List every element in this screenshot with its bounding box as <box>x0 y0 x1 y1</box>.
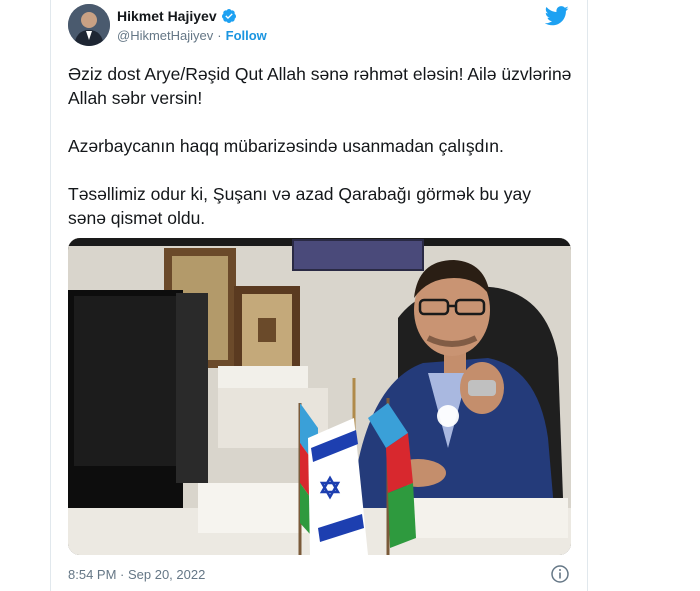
twitter-bird-icon[interactable] <box>545 6 569 26</box>
tweet-paragraph: Azərbaycanın haqq mübarizəsində usanmada… <box>68 136 504 156</box>
verified-badge-icon <box>221 9 236 23</box>
photo-scene <box>68 238 571 555</box>
tweet-photo[interactable] <box>68 238 571 555</box>
author-handle[interactable]: @HikmetHajiyev <box>117 28 213 43</box>
info-icon[interactable] <box>551 565 569 583</box>
author-name-row[interactable]: Hikmet Hajiyev <box>117 8 237 24</box>
avatar[interactable] <box>68 4 110 46</box>
tweet-text: Əziz dost Arye/Rəşid Qut Allah sənə rəhm… <box>68 62 573 254</box>
author-name[interactable]: Hikmet Hajiyev <box>117 8 217 24</box>
tweet-card: Hikmet Hajiyev @HikmetHajiyev · Follow Ə… <box>50 0 588 591</box>
follow-button[interactable]: Follow <box>226 28 267 43</box>
tweet-paragraph: Əziz dost Arye/Rəşid Qut Allah sənə rəhm… <box>68 64 572 108</box>
handle-row: @HikmetHajiyev · Follow <box>117 28 267 43</box>
separator-dot: · <box>217 28 222 43</box>
tweet-paragraph: Təsəllimiz odur ki, Şuşanı və azad Qarab… <box>68 184 531 228</box>
tweet-timestamp[interactable]: 8:54 PM · Sep 20, 2022 <box>68 567 205 582</box>
